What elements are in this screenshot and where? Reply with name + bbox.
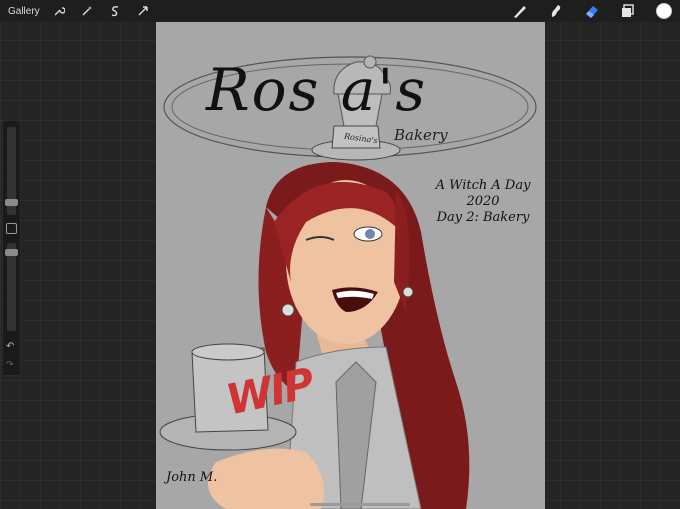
- earring-left: [281, 303, 295, 317]
- brush-icon[interactable]: [512, 3, 528, 19]
- modify-button[interactable]: [6, 223, 17, 234]
- brush-sidebar: ↶ ↷: [2, 120, 21, 376]
- opacity-handle[interactable]: [5, 249, 18, 256]
- drawing-canvas[interactable]: Ros a's Bakery Rosina's A Witch A Day 20…: [156, 22, 545, 509]
- redo-arrow-icon[interactable]: ↷: [6, 359, 14, 370]
- iris-right: [365, 229, 375, 239]
- brush-size-handle[interactable]: [5, 199, 18, 206]
- logo-subtitle: Bakery: [394, 126, 448, 144]
- transform-arrow-icon[interactable]: [136, 4, 150, 18]
- event-day: Day 2: Bakery: [436, 210, 530, 225]
- event-title: A Witch A Day: [435, 178, 531, 193]
- layers-icon[interactable]: [620, 3, 636, 19]
- logo-title: Ros a's: [206, 56, 428, 124]
- magic-wand-icon[interactable]: [80, 4, 94, 18]
- earring-right: [402, 286, 414, 298]
- smudge-icon[interactable]: [548, 3, 564, 19]
- home-indicator: [310, 503, 410, 506]
- color-swatch[interactable]: [656, 3, 672, 19]
- selection-s-icon[interactable]: [108, 4, 122, 18]
- event-year: 2020: [466, 194, 500, 209]
- top-toolbar: Gallery: [0, 0, 680, 22]
- cake-top: [191, 343, 265, 361]
- gallery-button[interactable]: Gallery: [8, 6, 40, 17]
- current-color-dot: [656, 3, 672, 19]
- artist-signature: John M.: [166, 470, 218, 485]
- opacity-slider[interactable]: [7, 243, 16, 331]
- hand: [208, 448, 324, 509]
- wrench-icon[interactable]: [52, 4, 66, 18]
- undo-arrow-icon[interactable]: ↶: [6, 341, 14, 352]
- eraser-icon[interactable]: [584, 3, 600, 19]
